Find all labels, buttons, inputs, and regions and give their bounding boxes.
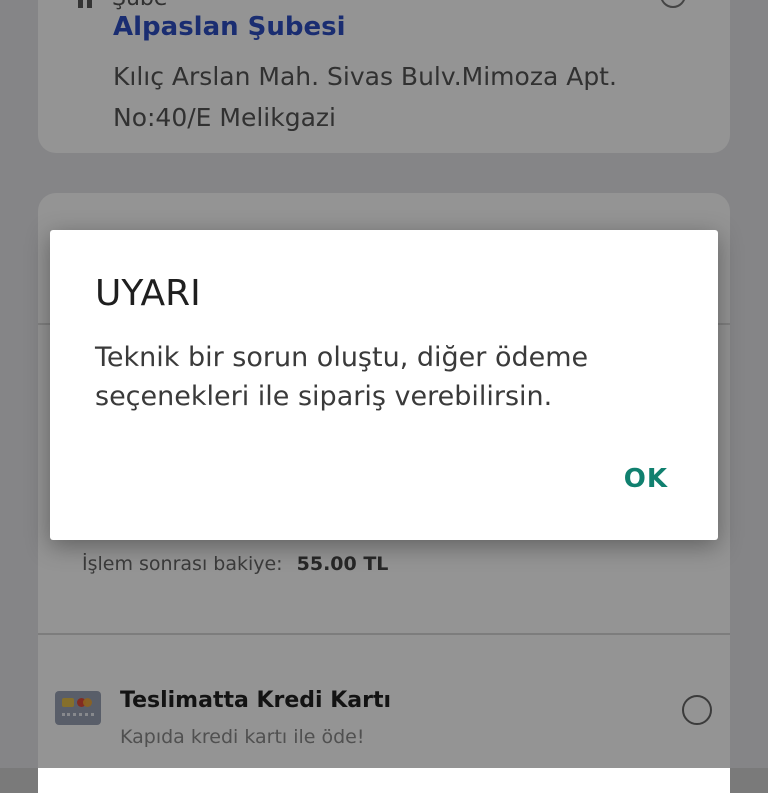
- ok-button[interactable]: OK: [624, 464, 668, 494]
- alert-dialog: UYARI Teknik bir sorun oluştu, diğer öde…: [50, 230, 718, 540]
- dialog-message: Teknik bir sorun oluştu, diğer ödeme seç…: [95, 342, 589, 412]
- dialog-title: UYARI: [95, 273, 201, 314]
